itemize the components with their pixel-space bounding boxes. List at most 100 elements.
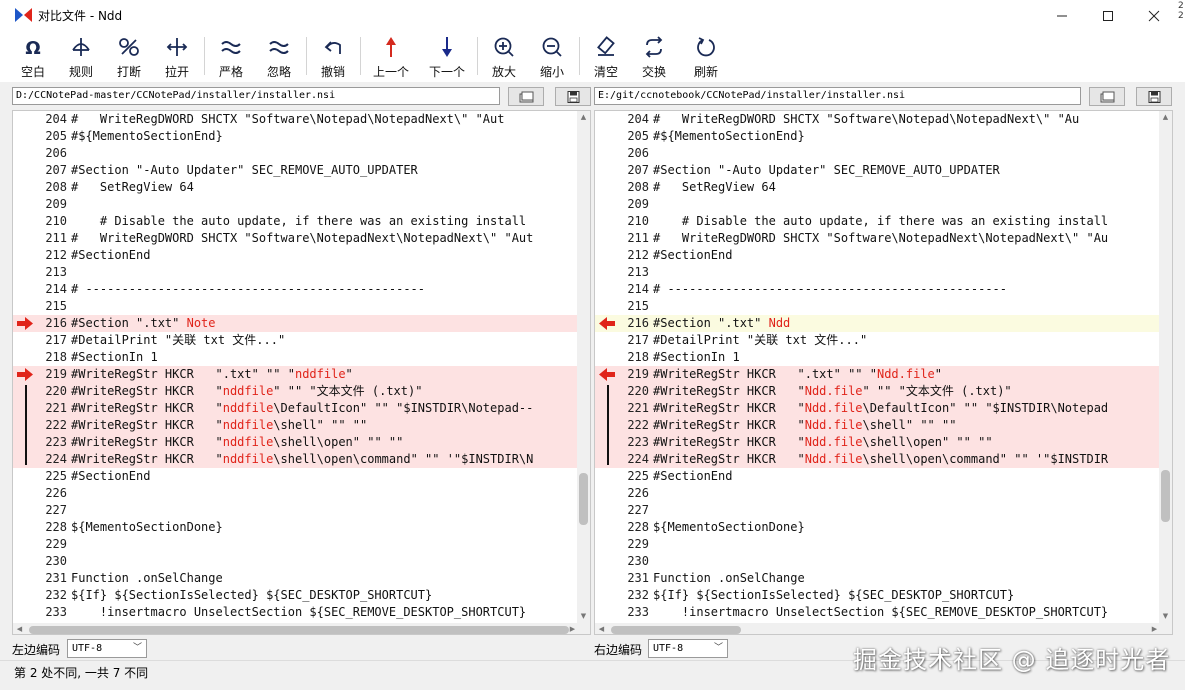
right-vertical-scrollbar[interactable]: ▲ ▼ <box>1159 111 1172 623</box>
scroll-thumb[interactable] <box>29 626 569 634</box>
code-line[interactable]: 217 #DetailPrint "关联 txt 文件..." <box>595 332 1161 349</box>
code-line[interactable]: 216 #Section ".txt" Ndd <box>595 315 1161 332</box>
right-save-button[interactable] <box>1136 87 1172 106</box>
code-line[interactable]: 213 <box>13 264 579 281</box>
left-encoding-select[interactable]: UTF-8 ﹀ <box>67 639 147 658</box>
right-horizontal-scrollbar[interactable]: ◀ ▶ <box>595 623 1161 634</box>
scroll-up-arrow-icon[interactable]: ▲ <box>1159 111 1172 124</box>
code-line[interactable]: 212 #SectionEnd <box>595 247 1161 264</box>
code-line[interactable]: 224 #WriteRegStr HKCR "nddfile\shell\open… <box>13 451 579 468</box>
code-line[interactable]: 215 <box>595 298 1161 315</box>
left-editor-pane[interactable]: 204 # WriteRegDWORD SHCTX "Software\Notep… <box>12 110 591 635</box>
code-line[interactable]: 220 #WriteRegStr HKCR "Ndd.file" "" "文本文件… <box>595 383 1161 400</box>
code-line[interactable]: 210 # Disable the auto update, if there … <box>13 213 579 230</box>
code-line[interactable]: 217 #DetailPrint "关联 txt 文件..." <box>13 332 579 349</box>
code-line[interactable]: 221 #WriteRegStr HKCR "nddfile\DefaultIco… <box>13 400 579 417</box>
zoom-in-button[interactable]: 放大 <box>481 34 527 79</box>
code-line[interactable]: 220 #WriteRegStr HKCR "nddfile" "" "文本文件 … <box>13 383 579 400</box>
code-line[interactable]: 230 <box>13 553 579 570</box>
code-line[interactable]: 218 #SectionIn 1 <box>13 349 579 366</box>
code-line[interactable]: 232 ${If} ${SectionIsSelected} ${SEC_DESK… <box>595 587 1161 604</box>
code-line[interactable]: 209 <box>13 196 579 213</box>
code-line[interactable]: 211 # WriteRegDWORD SHCTX "Software\Notep… <box>595 230 1161 247</box>
code-line[interactable]: 211 # WriteRegDWORD SHCTX "Software\Notep… <box>13 230 579 247</box>
code-line[interactable]: 222 #WriteRegStr HKCR "Ndd.file\shell" ""… <box>595 417 1161 434</box>
whitespace-button[interactable]: Ω 空白 <box>10 34 56 79</box>
scroll-left-arrow-icon[interactable]: ◀ <box>13 623 26 634</box>
code-line[interactable]: 232 ${If} ${SectionIsSelected} ${SEC_DESK… <box>13 587 579 604</box>
code-line[interactable]: 206 <box>595 145 1161 162</box>
code-line[interactable]: 229 <box>13 536 579 553</box>
code-line[interactable]: 205 #${MementoSectionEnd} <box>595 128 1161 145</box>
zoom-out-button[interactable]: 缩小 <box>529 34 575 79</box>
right-path-field[interactable]: E:/git/ccnotebook/CCNotePad/installer/in… <box>594 87 1081 105</box>
code-line[interactable]: 218 #SectionIn 1 <box>595 349 1161 366</box>
break-button[interactable]: 打断 <box>106 34 152 79</box>
code-line[interactable]: 227 <box>595 502 1161 519</box>
diff-arrow-icon[interactable] <box>597 315 617 332</box>
code-line[interactable]: 207 #Section "-Auto Updater" SEC_REMOVE_A… <box>595 162 1161 179</box>
maximize-button[interactable] <box>1085 0 1131 31</box>
strict-button[interactable]: 严格 <box>208 34 254 79</box>
close-button[interactable] <box>1131 0 1177 31</box>
diff-arrow-icon[interactable] <box>15 315 35 332</box>
minimize-button[interactable] <box>1039 0 1085 31</box>
right-code-area[interactable]: 204 # WriteRegDWORD SHCTX "Software\Notep… <box>595 111 1161 623</box>
code-line[interactable]: 226 <box>13 485 579 502</box>
right-encoding-select[interactable]: UTF-8 ﹀ <box>648 639 728 658</box>
code-line[interactable]: 205 #${MementoSectionEnd} <box>13 128 579 145</box>
code-line[interactable]: 213 <box>595 264 1161 281</box>
diff-arrow-icon[interactable] <box>597 366 617 383</box>
scroll-up-arrow-icon[interactable]: ▲ <box>577 111 590 124</box>
prev-diff-button[interactable]: 上一个 <box>368 34 414 79</box>
code-line[interactable]: 216 #Section ".txt" Note <box>13 315 579 332</box>
code-line[interactable]: 231 Function .onSelChange <box>13 570 579 587</box>
code-line[interactable]: 208 # SetRegView 64 <box>595 179 1161 196</box>
left-horizontal-scrollbar[interactable]: ◀ ▶ <box>13 623 579 634</box>
code-line[interactable]: 207 #Section "-Auto Updater" SEC_REMOVE_A… <box>13 162 579 179</box>
code-line[interactable]: 210 # Disable the auto update, if there … <box>595 213 1161 230</box>
rule-button[interactable]: 规则 <box>58 34 104 79</box>
right-open-button[interactable] <box>1089 87 1125 106</box>
scroll-down-arrow-icon[interactable]: ▼ <box>577 610 590 623</box>
code-line[interactable]: 209 <box>595 196 1161 213</box>
left-vertical-scrollbar[interactable]: ▲ ▼ <box>577 111 590 623</box>
code-line[interactable]: 225 #SectionEnd <box>595 468 1161 485</box>
scroll-down-arrow-icon[interactable]: ▼ <box>1159 610 1172 623</box>
code-line[interactable]: 227 <box>13 502 579 519</box>
stretch-button[interactable]: 拉开 <box>154 34 200 79</box>
code-line[interactable]: 224 #WriteRegStr HKCR "Ndd.file\shell\ope… <box>595 451 1161 468</box>
scroll-thumb[interactable] <box>579 473 588 525</box>
ignore-button[interactable]: 忽略 <box>256 34 302 79</box>
clear-button[interactable]: 清空 <box>583 34 629 79</box>
code-line[interactable]: 233 !insertmacro UnselectSection ${SEC_R… <box>13 604 579 621</box>
code-line[interactable]: 230 <box>595 553 1161 570</box>
code-line[interactable]: 223 #WriteRegStr HKCR "nddfile\shell\open… <box>13 434 579 451</box>
left-code-area[interactable]: 204 # WriteRegDWORD SHCTX "Software\Notep… <box>13 111 579 623</box>
code-line[interactable]: 221 #WriteRegStr HKCR "Ndd.file\DefaultIc… <box>595 400 1161 417</box>
code-line[interactable]: 214 # -----------------------------------… <box>595 281 1161 298</box>
undo-button[interactable]: 撤销 <box>310 34 356 79</box>
scroll-thumb[interactable] <box>1161 470 1170 522</box>
code-line[interactable]: 233 !insertmacro UnselectSection ${SEC_R… <box>595 604 1161 621</box>
code-line[interactable]: 212 #SectionEnd <box>13 247 579 264</box>
swap-button[interactable]: 交换 <box>631 34 677 79</box>
code-line[interactable]: 219 #WriteRegStr HKCR ".txt" "" "Ndd.file… <box>595 366 1161 383</box>
left-save-button[interactable] <box>555 87 591 106</box>
code-line[interactable]: 223 #WriteRegStr HKCR "Ndd.file\shell\ope… <box>595 434 1161 451</box>
left-open-button[interactable] <box>508 87 544 106</box>
code-line[interactable]: 219 #WriteRegStr HKCR ".txt" "" "nddfile" <box>13 366 579 383</box>
right-editor-pane[interactable]: 204 # WriteRegDWORD SHCTX "Software\Notep… <box>594 110 1173 635</box>
diff-arrow-icon[interactable] <box>15 366 35 383</box>
code-line[interactable]: 206 <box>13 145 579 162</box>
code-line[interactable]: 231 Function .onSelChange <box>595 570 1161 587</box>
code-line[interactable]: 228 ${MementoSectionDone} <box>13 519 579 536</box>
left-path-field[interactable]: D:/CCNotePad-master/CCNotePad/installer/… <box>12 87 500 105</box>
code-line[interactable]: 215 <box>13 298 579 315</box>
code-line[interactable]: 229 <box>595 536 1161 553</box>
scroll-left-arrow-icon[interactable]: ◀ <box>595 623 608 634</box>
next-diff-button[interactable]: 下一个 <box>424 34 470 79</box>
code-line[interactable]: 222 #WriteRegStr HKCR "nddfile\shell" "" … <box>13 417 579 434</box>
scroll-thumb[interactable] <box>611 626 741 634</box>
code-line[interactable]: 204 # WriteRegDWORD SHCTX "Software\Notep… <box>595 111 1161 128</box>
